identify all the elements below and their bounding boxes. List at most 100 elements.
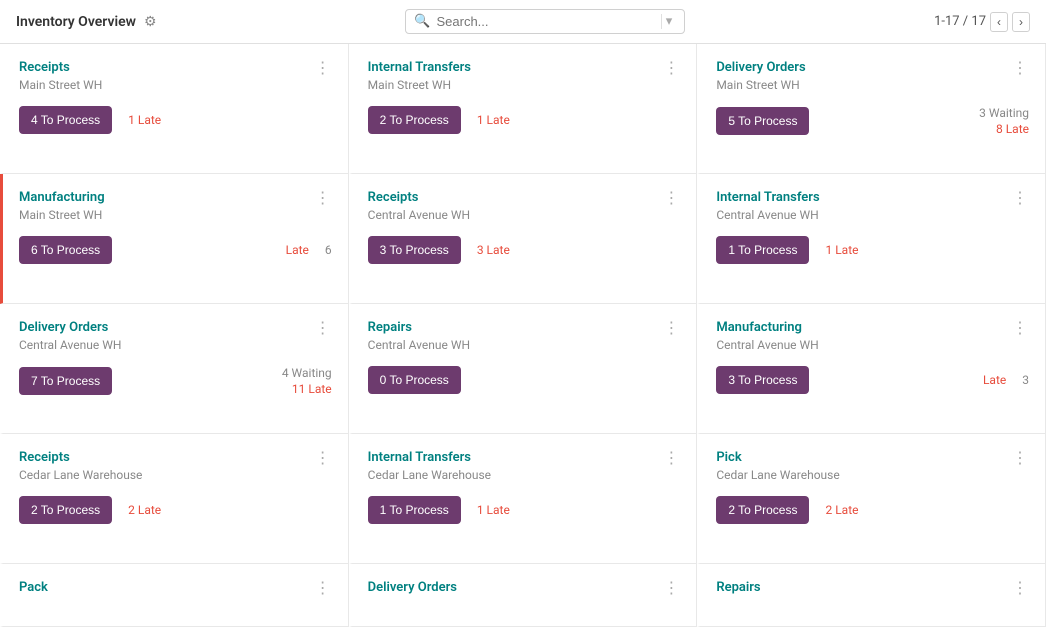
stat-late[interactable]: 1 Late xyxy=(477,503,510,517)
card-menu-button[interactable]: ⋮ xyxy=(315,190,332,206)
card-menu-button[interactable]: ⋮ xyxy=(663,190,680,206)
process-button[interactable]: 0 To Process xyxy=(368,366,461,394)
card-delivery-orders-6: Delivery Orders ⋮ Central Avenue WH 7 To… xyxy=(0,304,349,434)
card-body: 6 To Process Late 6 xyxy=(19,236,332,264)
stat-late[interactable]: 1 Late xyxy=(477,113,510,127)
process-button[interactable]: 5 To Process xyxy=(716,107,809,135)
card-subtitle: Cedar Lane Warehouse xyxy=(19,468,332,482)
card-body: 3 To Process Late 3 xyxy=(716,366,1029,394)
prev-page-button[interactable]: ‹ xyxy=(990,12,1008,32)
card-body: 3 To Process 3 Late xyxy=(368,236,681,264)
card-title[interactable]: Delivery Orders xyxy=(368,580,457,595)
card-menu-button[interactable]: ⋮ xyxy=(1012,60,1029,76)
card-subtitle: Central Avenue WH xyxy=(716,338,1029,352)
card-menu-button[interactable]: ⋮ xyxy=(1012,190,1029,206)
card-manufacturing-3: Manufacturing ⋮ Main Street WH 6 To Proc… xyxy=(0,174,349,304)
search-icon: 🔍 xyxy=(414,14,430,29)
card-menu-button[interactable]: ⋮ xyxy=(315,320,332,336)
page-title: Inventory Overview xyxy=(16,14,136,30)
process-button[interactable]: 2 To Process xyxy=(716,496,809,524)
card-pick-11: Pick ⋮ Cedar Lane Warehouse 2 To Process… xyxy=(697,434,1046,564)
card-title[interactable]: Receipts xyxy=(368,190,419,205)
card-subtitle: Central Avenue WH xyxy=(716,208,1029,222)
card-menu-button[interactable]: ⋮ xyxy=(1012,320,1029,336)
card-body: 4 To Process 1 Late xyxy=(19,106,332,134)
card-title[interactable]: Manufacturing xyxy=(19,190,105,205)
card-subtitle: Main Street WH xyxy=(716,78,1029,92)
card-subtitle: Central Avenue WH xyxy=(368,338,681,352)
card-title[interactable]: Internal Transfers xyxy=(716,190,819,205)
process-button[interactable]: 2 To Process xyxy=(19,496,112,524)
card-menu-button[interactable]: ⋮ xyxy=(315,580,332,596)
card-title[interactable]: Pack xyxy=(19,580,48,595)
card-title[interactable]: Internal Transfers xyxy=(368,60,471,75)
card-menu-button[interactable]: ⋮ xyxy=(663,320,680,336)
search-bar-container: 🔍 ▾ xyxy=(405,9,685,34)
card-title[interactable]: Delivery Orders xyxy=(19,320,108,335)
card-subtitle: Main Street WH xyxy=(19,78,332,92)
card-title[interactable]: Pick xyxy=(716,450,741,465)
stat-waiting: 3 Waiting xyxy=(979,106,1029,120)
card-title[interactable]: Receipts xyxy=(19,60,70,75)
pagination: 1-17 / 17 ‹ › xyxy=(934,12,1030,32)
stat-late[interactable]: 3 Late xyxy=(477,243,510,257)
card-menu-button[interactable]: ⋮ xyxy=(663,60,680,76)
stat-late[interactable]: 2 Late xyxy=(825,503,858,517)
card-delivery-orders-2: Delivery Orders ⋮ Main Street WH 5 To Pr… xyxy=(697,44,1046,174)
process-button[interactable]: 4 To Process xyxy=(19,106,112,134)
process-button[interactable]: 1 To Process xyxy=(716,236,809,264)
stat-late[interactable]: 8 Late xyxy=(996,122,1029,136)
header-left: Inventory Overview ⚙ xyxy=(16,14,157,30)
card-body: 5 To Process 3 Waiting 8 Late xyxy=(716,106,1029,136)
stat-late[interactable]: Late xyxy=(286,243,309,257)
header: Inventory Overview ⚙ 🔍 ▾ 1-17 / 17 ‹ › xyxy=(0,0,1046,44)
card-pack-12: Pack ⋮ xyxy=(0,564,349,627)
card-body: 7 To Process 4 Waiting 11 Late xyxy=(19,366,332,396)
card-subtitle: Central Avenue WH xyxy=(368,208,681,222)
card-delivery-orders-13: Delivery Orders ⋮ xyxy=(349,564,698,627)
cards-grid: Receipts ⋮ Main Street WH 4 To Process 1… xyxy=(0,44,1046,627)
card-title[interactable]: Delivery Orders xyxy=(716,60,805,75)
card-title[interactable]: Repairs xyxy=(368,320,412,335)
card-body: 2 To Process 2 Late xyxy=(716,496,1029,524)
card-receipts-4: Receipts ⋮ Central Avenue WH 3 To Proces… xyxy=(349,174,698,304)
card-menu-button[interactable]: ⋮ xyxy=(1012,450,1029,466)
process-button[interactable]: 7 To Process xyxy=(19,367,112,395)
stat-late[interactable]: 1 Late xyxy=(128,113,161,127)
card-menu-button[interactable]: ⋮ xyxy=(663,450,680,466)
card-subtitle: Main Street WH xyxy=(19,208,332,222)
card-receipts-9: Receipts ⋮ Cedar Lane Warehouse 2 To Pro… xyxy=(0,434,349,564)
process-button[interactable]: 3 To Process xyxy=(716,366,809,394)
card-internal-transfers-1: Internal Transfers ⋮ Main Street WH 2 To… xyxy=(349,44,698,174)
card-body: 1 To Process 1 Late xyxy=(716,236,1029,264)
pagination-text: 1-17 / 17 xyxy=(934,14,986,29)
stat-late[interactable]: 2 Late xyxy=(128,503,161,517)
stat-late[interactable]: 1 Late xyxy=(825,243,858,257)
card-subtitle: Central Avenue WH xyxy=(19,338,332,352)
process-button[interactable]: 1 To Process xyxy=(368,496,461,524)
card-title[interactable]: Internal Transfers xyxy=(368,450,471,465)
card-body: 0 To Process xyxy=(368,366,681,394)
card-menu-button[interactable]: ⋮ xyxy=(1012,580,1029,596)
card-title[interactable]: Repairs xyxy=(716,580,760,595)
process-button[interactable]: 2 To Process xyxy=(368,106,461,134)
next-page-button[interactable]: › xyxy=(1012,12,1030,32)
card-menu-button[interactable]: ⋮ xyxy=(315,450,332,466)
process-button[interactable]: 3 To Process xyxy=(368,236,461,264)
search-dropdown-button[interactable]: ▾ xyxy=(661,14,677,29)
search-input[interactable] xyxy=(436,14,650,29)
card-body: 1 To Process 1 Late xyxy=(368,496,681,524)
stat-number: 6 xyxy=(325,243,332,257)
stat-late[interactable]: 11 Late xyxy=(292,382,332,396)
stat-late[interactable]: Late xyxy=(983,373,1006,387)
card-title[interactable]: Manufacturing xyxy=(716,320,802,335)
gear-icon[interactable]: ⚙ xyxy=(144,14,157,30)
card-menu-button[interactable]: ⋮ xyxy=(663,580,680,596)
card-body: 2 To Process 1 Late xyxy=(368,106,681,134)
card-body: 2 To Process 2 Late xyxy=(19,496,332,524)
card-internal-transfers-5: Internal Transfers ⋮ Central Avenue WH 1… xyxy=(697,174,1046,304)
card-menu-button[interactable]: ⋮ xyxy=(315,60,332,76)
process-button[interactable]: 6 To Process xyxy=(19,236,112,264)
card-manufacturing-8: Manufacturing ⋮ Central Avenue WH 3 To P… xyxy=(697,304,1046,434)
card-title[interactable]: Receipts xyxy=(19,450,70,465)
